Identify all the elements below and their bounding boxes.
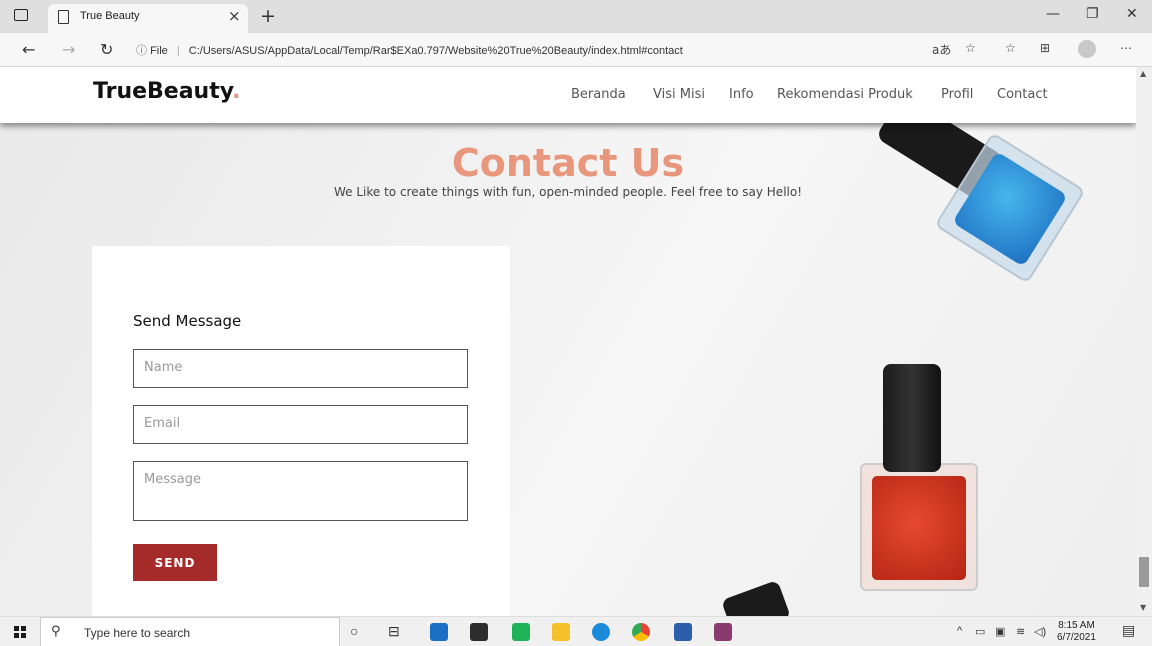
windows-taskbar: ⚲ Type here to search ○ ⊟ ^ ▭ ▣ ≋ ◁) 8:1… <box>0 616 1152 646</box>
cortana-icon[interactable]: ○ <box>350 623 358 639</box>
task-view-icon[interactable]: ⊟ <box>388 623 400 640</box>
file-explorer-icon[interactable] <box>552 623 570 641</box>
new-tab-icon[interactable]: + <box>260 5 276 27</box>
favorites-icon[interactable]: ☆ <box>1005 41 1016 55</box>
restore-icon[interactable]: ❐ <box>1086 6 1099 22</box>
url-text: C:/Users/ASUS/AppData/Local/Temp/Rar$EXa… <box>188 45 683 57</box>
volume-icon[interactable]: ◁) <box>1034 625 1046 638</box>
mail-icon[interactable] <box>430 623 448 641</box>
more-icon[interactable]: ⋯ <box>1120 41 1132 55</box>
refresh-icon[interactable]: ↻ <box>100 40 113 59</box>
word-icon[interactable] <box>674 623 692 641</box>
store-icon[interactable] <box>470 623 488 641</box>
send-button[interactable]: SEND <box>133 544 217 581</box>
notifications-icon[interactable]: ▤ <box>1122 622 1135 639</box>
taskbar-search-placeholder: Type here to search <box>84 626 191 640</box>
page-scrollbar[interactable]: ▲ ▼ <box>1136 67 1152 616</box>
collections-icon[interactable]: ⊞ <box>1040 41 1050 55</box>
read-aloud-icon[interactable]: aあ <box>932 41 951 58</box>
start-icon[interactable] <box>14 626 26 638</box>
site-logo[interactable]: TrueBeauty. <box>93 79 240 104</box>
email-input[interactable]: Email <box>133 405 468 444</box>
minimize-icon[interactable]: — <box>1046 6 1060 22</box>
message-form-card: Send Message Name Email Message SEND <box>92 246 510 616</box>
contact-subtitle: We Like to create things with fun, open-… <box>333 185 803 199</box>
search-icon: ⚲ <box>51 624 61 639</box>
page-icon <box>58 10 69 24</box>
scroll-down-icon[interactable]: ▼ <box>1140 603 1146 612</box>
favorite-add-icon[interactable]: ☆ <box>965 41 976 55</box>
battery-icon[interactable]: ▭ <box>975 625 985 638</box>
chrome-icon[interactable] <box>632 623 650 641</box>
contact-section: Contact Us We Like to create things with… <box>0 93 1136 616</box>
black-polish-image <box>720 579 792 616</box>
green-app-icon[interactable] <box>512 623 530 641</box>
browser-tab[interactable]: True Beauty × <box>48 4 248 33</box>
close-tab-icon[interactable]: × <box>228 7 241 25</box>
nav-beranda[interactable]: Beranda <box>571 87 626 102</box>
nav-profil[interactable]: Profil <box>941 87 973 102</box>
scroll-thumb[interactable] <box>1139 557 1149 587</box>
nav-info[interactable]: Info <box>729 87 754 102</box>
nav-contact[interactable]: Contact <box>997 87 1048 102</box>
url-scheme-label: File <box>150 45 168 57</box>
clock-date: 6/7/2021 <box>1057 632 1096 643</box>
url-separator: | <box>176 45 180 57</box>
info-icon[interactable]: ⓘ <box>136 45 147 57</box>
wifi-icon[interactable]: ≋ <box>1016 625 1025 638</box>
name-input[interactable]: Name <box>133 349 468 388</box>
nav-visi-misi[interactable]: Visi Misi <box>653 87 705 102</box>
page-viewport: TrueBeauty. Beranda Visi Misi Info Rekom… <box>0 67 1136 616</box>
network-device-icon[interactable]: ▣ <box>995 625 1005 638</box>
site-header: TrueBeauty. Beranda Visi Misi Info Rekom… <box>0 67 1136 123</box>
url-field[interactable]: ⓘ File | C:/Users/ASUS/AppData/Local/Tem… <box>136 42 683 58</box>
logo-text: TrueBeauty <box>93 79 233 104</box>
browser-tab-bar: True Beauty × + — ❐ ✕ <box>0 0 1152 33</box>
nav-rekomendasi-produk[interactable]: Rekomendasi Produk <box>777 87 913 102</box>
close-window-icon[interactable]: ✕ <box>1126 6 1138 22</box>
scroll-up-icon[interactable]: ▲ <box>1140 69 1146 78</box>
tab-title: True Beauty <box>80 10 140 22</box>
back-icon[interactable]: ← <box>22 40 35 59</box>
forward-icon[interactable]: → <box>62 40 75 59</box>
logo-dot: . <box>232 79 241 104</box>
contact-title: Contact Us <box>451 141 685 185</box>
address-bar-row: ← → ↻ ⓘ File | C:/Users/ASUS/AppData/Loc… <box>0 33 1152 67</box>
taskbar-search[interactable]: ⚲ Type here to search <box>40 617 340 646</box>
message-textarea[interactable]: Message <box>133 461 468 521</box>
form-heading: Send Message <box>133 312 242 330</box>
tab-actions-icon[interactable] <box>14 9 28 21</box>
edge-icon[interactable] <box>592 623 610 641</box>
show-hidden-icon[interactable]: ^ <box>957 625 962 637</box>
taskbar-clock[interactable]: 8:15 AM 6/7/2021 <box>1057 620 1096 644</box>
clock-time: 8:15 AM <box>1058 620 1095 631</box>
winrar-icon[interactable] <box>714 623 732 641</box>
profile-avatar[interactable] <box>1078 40 1096 58</box>
